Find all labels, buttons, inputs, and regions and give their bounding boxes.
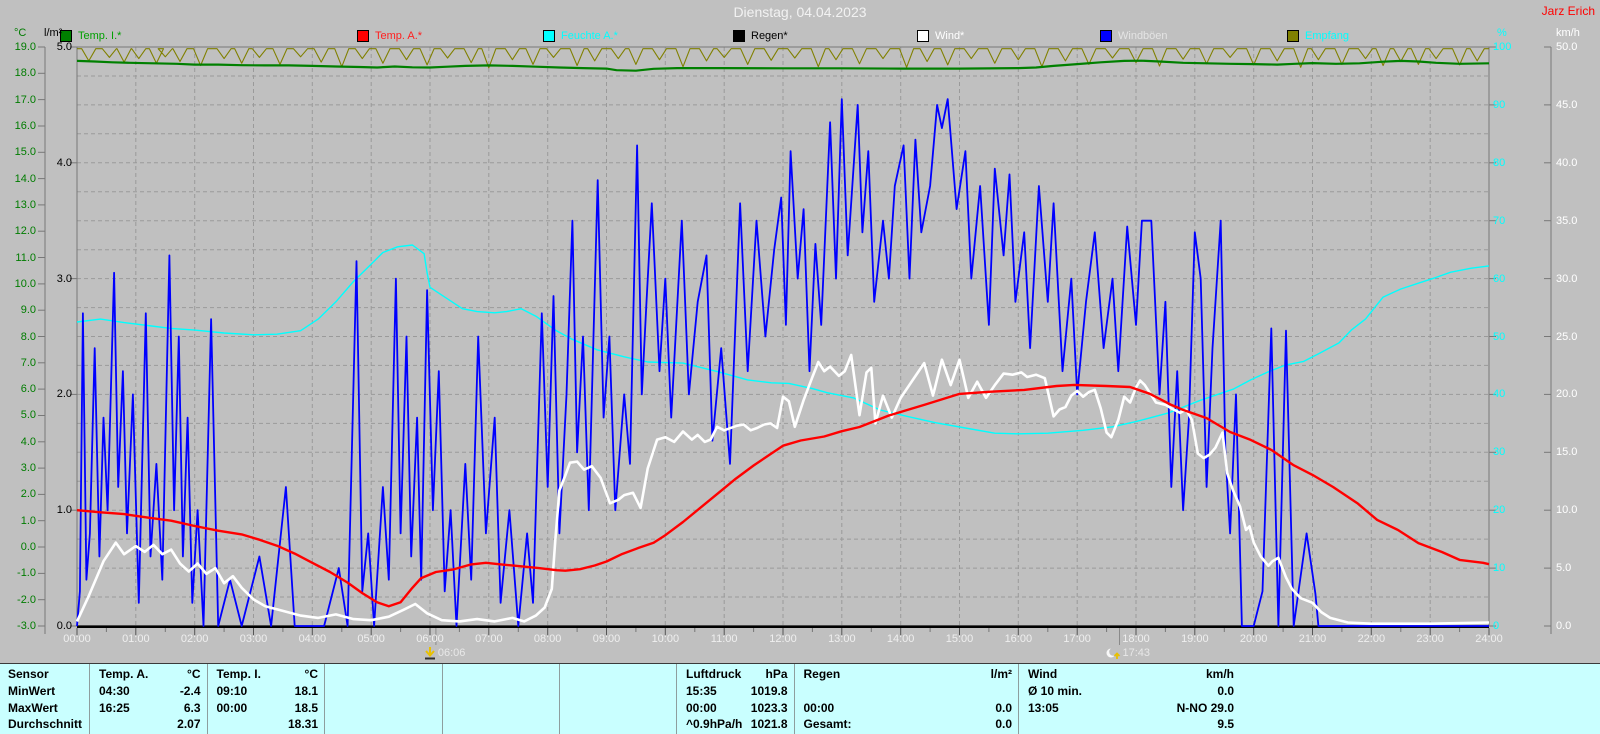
- table-column-divider: [793, 664, 795, 734]
- time-tick-label: 19:00: [1181, 633, 1209, 645]
- time-tick-label: 21:00: [1298, 633, 1327, 645]
- table-column-divider: [1018, 664, 1019, 734]
- sunrise-time: 06:06: [437, 647, 466, 659]
- stat-value: N-NO 29.0: [1176, 701, 1234, 715]
- time-tick-label: 03:00: [239, 633, 268, 645]
- stat-value: 9.5: [1217, 717, 1234, 731]
- time-tick-label: 09:00: [592, 633, 621, 645]
- time-tick-label: 23:00: [1416, 633, 1444, 645]
- sunset-time: 17:43: [1122, 647, 1151, 659]
- axis-time: 00:00 01:00 02:00 03:00 04:00 05:00 06:00 07:00…: [0, 0, 1600, 734]
- sunrise-icon: [424, 647, 435, 660]
- table-column-divider: [324, 664, 325, 734]
- weather-station-window: Dienstag, 04.04.2023 Jarz Erich Temp. I.…: [0, 0, 1600, 734]
- time-tick-label: 17:00: [1063, 633, 1091, 645]
- time-tick-label: 05:00: [357, 633, 385, 645]
- time-tick-label: 02:00: [180, 633, 209, 645]
- stat-value: 0.0: [1217, 684, 1234, 698]
- time-tick-label: 15:00: [945, 633, 974, 645]
- time-tick-label: 11:00: [710, 633, 738, 645]
- time-tick-label: 12:00: [769, 633, 797, 645]
- time-tick-label: 07:00: [475, 633, 503, 645]
- stats-table: Sensor MinWert MaxWert Durchschnitt Temp. A.…: [0, 663, 1600, 734]
- sunrise-marker: 06:06: [424, 646, 466, 660]
- table-column-divider: [206, 664, 208, 734]
- table-column-divider: [676, 664, 677, 734]
- time-tick-label: 24:00: [1475, 633, 1503, 645]
- sunset-icon: [1106, 647, 1120, 659]
- time-tick-label: 20:00: [1239, 633, 1268, 645]
- table-header-unit: km/h: [1205, 667, 1234, 681]
- time-tick-label: 08:00: [533, 633, 562, 645]
- time-tick-label: 10:00: [651, 633, 680, 645]
- time-tick-label: 16:00: [1004, 633, 1033, 645]
- time-tick-label: 01:00: [122, 633, 150, 645]
- sunset-marker: 17:43: [1106, 646, 1151, 660]
- time-tick-label: 18:00: [1122, 633, 1150, 645]
- time-tick-label: 04:00: [298, 633, 327, 645]
- time-tick-label: 13:00: [828, 633, 856, 645]
- table-column-divider: [89, 664, 90, 734]
- time-tick-label: 22:00: [1357, 633, 1386, 645]
- time-tick-label: 14:00: [886, 633, 915, 645]
- time-tick-label: 06:00: [416, 633, 444, 645]
- table-column-divider: [442, 664, 443, 734]
- time-tick-label: 00:00: [63, 633, 91, 645]
- table-column-divider: [559, 664, 560, 734]
